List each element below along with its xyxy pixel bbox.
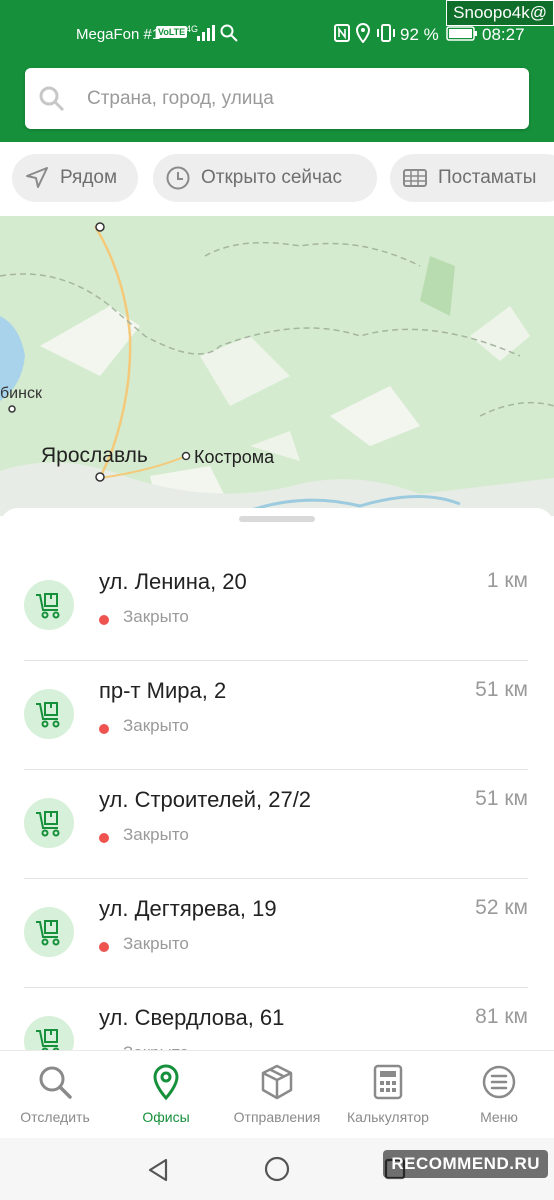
battery-percent: 92 % [400,25,439,44]
tab-label: Офисы [142,1109,190,1125]
watermark-label: Snoopo4k@ [446,0,554,26]
signal-icon [197,25,215,41]
search-box[interactable]: Страна, город, улица [25,68,529,129]
location-pin-icon [153,1064,179,1101]
package-icon [261,1064,293,1100]
search-icon [39,86,65,112]
parcel-cart-icon [36,811,60,837]
filter-chips: Рядом Открыто сейчас Постаматы [0,142,554,216]
tab-label: Меню [480,1109,518,1125]
office-list-item[interactable]: ул. Строителей, 27/2 51 км Закрыто [0,770,554,879]
navigation-arrow-icon [26,167,48,188]
office-list-item[interactable]: ул. Дегтярева, 19 52 км Закрыто [0,879,554,988]
tab-label: Калькулятор [347,1109,429,1125]
office-icon-bubble [24,580,74,630]
status-dot [99,615,109,625]
watermark-recommend: RECOMMEND.RU [383,1150,548,1178]
map-view[interactable]: бинск Ярославль Кострома [0,216,554,516]
tab-track[interactable]: Отследить [0,1051,110,1139]
battery-icon [446,26,477,41]
status-bar: MegaFon #1 VoLTE 4G 92 % 08:27 Snoopo4k@ [0,0,554,56]
status-dot [99,833,109,843]
vibrate-icon [377,24,395,42]
chip-label: Открыто сейчас [201,167,342,188]
office-status: Закрыто [123,607,189,626]
office-distance: 51 км [475,678,528,701]
chip-nearby[interactable]: Рядом [12,154,138,202]
parcel-locker-icon [403,169,427,187]
office-distance: 81 км [475,1005,528,1028]
back-icon[interactable] [146,1157,170,1183]
office-distance: 52 км [475,896,528,919]
tab-label: Отправления [233,1109,321,1125]
clock-icon [166,166,190,190]
parcel-cart-icon [36,702,60,728]
status-dot [99,942,109,952]
chip-open-now[interactable]: Открыто сейчас [153,154,377,202]
office-status: Закрыто [123,716,189,735]
chip-label: Рядом [60,167,118,188]
office-status: Закрыто [123,934,189,953]
parcel-cart-icon [36,920,60,946]
office-distance: 51 км [475,787,528,810]
office-address: ул. Дегтярева, 19 [99,896,277,921]
office-address: ул. Строителей, 27/2 [99,787,312,812]
office-icon-bubble [24,798,74,848]
search-icon [39,1066,72,1099]
calculator-icon [373,1064,403,1100]
office-icon-bubble [24,907,74,957]
carrier-name: MegaFon #1 [76,26,161,43]
status-dot [99,724,109,734]
menu-icon [482,1065,516,1099]
office-address: ул. Свердлова, 61 [99,1005,285,1030]
parcel-cart-icon [36,593,60,619]
office-address: пр-т Мира, 2 [99,678,227,703]
office-list-item[interactable]: ул. Ленина, 20 1 км Закрыто [0,552,554,661]
map-label-city3: бинск [0,385,43,402]
search-placeholder: Страна, город, улица [87,88,274,109]
offices-sheet: ул. Ленина, 20 1 км Закрыто пр-т Мира, 2… [0,508,554,1068]
tab-offices[interactable]: Офисы [110,1051,222,1139]
chip-label: Постаматы [438,167,537,188]
location-icon [356,23,370,43]
map-label-yaroslavl: Ярославль [41,444,148,467]
clock: 08:27 [482,25,525,44]
tab-label: Отследить [20,1109,90,1125]
drag-handle[interactable] [239,516,315,522]
home-icon[interactable] [264,1156,290,1182]
search-icon [220,24,238,42]
office-icon-bubble [24,689,74,739]
office-list-item[interactable]: пр-т Мира, 2 51 км Закрыто [0,661,554,770]
tab-calculator[interactable]: Калькулятор [332,1051,444,1139]
map-label-kostroma: Кострома [194,447,275,467]
volte-badge: VoLTE [156,26,188,38]
office-status: Закрыто [123,825,189,844]
nfc-icon [334,24,350,42]
bottom-navigation: Отследить Офисы Отправления Калькулятор … [0,1050,554,1139]
chip-parcel-lockers[interactable]: Постаматы [390,154,554,202]
tab-shipments[interactable]: Отправления [222,1051,332,1139]
tab-menu[interactable]: Меню [444,1051,554,1139]
office-distance: 1 км [486,569,528,592]
office-address: ул. Ленина, 20 [99,569,247,594]
